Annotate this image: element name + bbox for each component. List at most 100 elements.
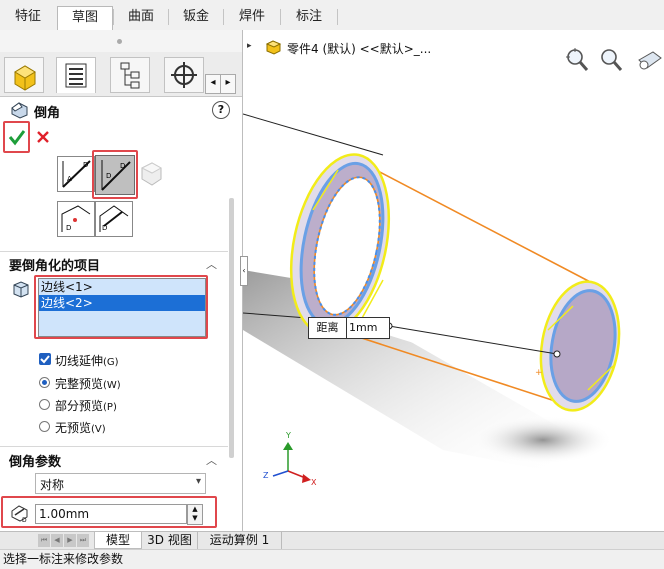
y-arrow-icon [283, 442, 293, 450]
distance-icon: D [11, 505, 28, 523]
chevron-up-icon[interactable]: ︿ [206, 256, 217, 272]
params-section-title: 倒角参数 [9, 455, 62, 470]
zoom-area-icon[interactable] [598, 46, 624, 74]
distance-distance-button[interactable]: DD [95, 155, 135, 195]
offset-face-button[interactable]: D [57, 201, 95, 237]
dimension-callout[interactable]: 距离 1mm [308, 317, 390, 339]
help-icon[interactable]: ? [212, 101, 230, 119]
no-preview-radio[interactable] [39, 421, 50, 432]
chevron-up-icon[interactable]: ︿ [206, 452, 217, 468]
x-arrow-icon [302, 474, 311, 483]
svg-text:D: D [22, 517, 27, 523]
z-axis-label: Z [263, 471, 269, 480]
next-tab-icon[interactable]: ▶ [64, 534, 76, 547]
list-item[interactable]: 边线<1> [39, 279, 205, 295]
x-axis-label: X [311, 478, 317, 487]
svg-text:D: D [66, 224, 71, 232]
first-tab-icon[interactable]: ⏮ [38, 534, 50, 547]
prev-tab-icon[interactable]: ◀ [51, 534, 63, 547]
tab-separator [337, 9, 338, 25]
distance-input[interactable]: 1.00mm [35, 504, 187, 524]
tangent-propagation-checkbox[interactable] [39, 353, 51, 365]
tab-motion-study[interactable]: 运动算例 1 [198, 532, 282, 549]
config-tree-icon [120, 62, 140, 89]
crosshair-icon [171, 62, 197, 88]
vertex-chamfer-icon[interactable] [138, 160, 164, 188]
full-preview-radio[interactable] [39, 377, 50, 388]
tabs-scroll-right-button[interactable]: ▸ [220, 74, 236, 94]
part-tree-label[interactable]: 零件4 (默认) <<默认>_... [287, 40, 431, 57]
tree-expand-icon[interactable]: ▸ [247, 41, 252, 51]
partial-preview-radio[interactable] [39, 399, 50, 410]
chevron-down-icon: ▾ [195, 476, 201, 487]
part-icon [265, 40, 282, 55]
face-face-button[interactable]: D [95, 201, 133, 237]
shortcut-key: (P) [103, 402, 117, 413]
tabs-scroll-left-button[interactable]: ◂ [205, 74, 221, 94]
configuration-manager-tab[interactable] [110, 57, 150, 93]
distance-spinner[interactable]: ▲ ▼ [187, 504, 203, 525]
tab-features[interactable]: 特征 [6, 6, 50, 30]
spin-down-icon[interactable]: ▼ [188, 514, 202, 523]
tangent-propagation-text: 切线延伸 [55, 354, 104, 368]
callout-anchor[interactable] [553, 350, 561, 358]
grip-dot-icon [117, 39, 122, 44]
tab-3d-view[interactable]: 3D 视图 [142, 532, 198, 549]
panel-grip-bar[interactable] [0, 30, 242, 52]
edge-selection-icon [13, 281, 29, 298]
panel-scrollbar[interactable] [229, 198, 234, 458]
part-cube-icon [14, 65, 36, 91]
panel-collapse-handle[interactable]: ‹ [240, 256, 248, 286]
face-face-icon: D [99, 205, 129, 232]
tab-nav-buttons: ⏮ ◀ ▶ ⏭ [38, 534, 90, 547]
cancel-x-icon[interactable] [36, 130, 50, 144]
feature-manager-tab[interactable] [4, 57, 44, 93]
model-shadow [473, 416, 613, 464]
distance-input-value: 1.00mm [39, 507, 90, 521]
offset-face-icon: D [61, 205, 91, 232]
items-section-title: 要倒角化的项目 [9, 259, 101, 274]
model-graphics: + Y X Z [243, 113, 621, 487]
tab-sheet-metal[interactable]: 钣金 [169, 6, 223, 30]
last-tab-icon[interactable]: ⏭ [77, 534, 89, 547]
status-bar: 选择一标注来修改参数 [0, 549, 664, 569]
full-preview-text: 完整预览 [55, 377, 104, 391]
tab-annotation[interactable]: 标注 [281, 6, 337, 30]
z-axis-icon [272, 470, 289, 477]
svg-text:D: D [120, 162, 125, 170]
chamfer-type-value: 对称 [40, 478, 65, 492]
tab-sketch[interactable]: 草图 [57, 6, 113, 30]
property-manager-tab[interactable] [56, 57, 96, 93]
shortcut-key: (G) [103, 357, 119, 368]
svg-text:D: D [102, 224, 107, 232]
selected-items-list[interactable]: 边线<1> 边线<2> [38, 278, 206, 337]
angle-distance-button[interactable]: AD [57, 156, 95, 192]
svg-text:D: D [83, 161, 88, 169]
checkbox-check-icon [40, 355, 50, 364]
ok-checkmark-icon[interactable] [7, 127, 27, 147]
chamfer-icon [11, 102, 28, 119]
list-item[interactable]: 边线<2> [39, 295, 205, 311]
graphics-viewport[interactable]: + Y X Z ▸ 零件4 (默认) <<默认>_... 距离 1mm [243, 30, 664, 532]
feature-title: 倒角 [34, 106, 61, 121]
distance-distance-icon: DD [101, 160, 131, 191]
previous-view-icon[interactable] [635, 48, 663, 74]
tab-model[interactable]: 模型 [94, 532, 142, 549]
partial-preview-text: 部分预览 [55, 399, 104, 413]
y-axis-label: Y [285, 431, 291, 440]
origin-marker: + [535, 368, 543, 378]
chamfer-type-select[interactable]: 对称 ▾ [35, 473, 206, 494]
no-preview-text: 无预览 [55, 421, 92, 435]
dimxpert-tab[interactable] [164, 57, 204, 93]
reference-line [243, 113, 384, 156]
svg-text:A: A [67, 175, 72, 183]
zoom-to-fit-icon[interactable] [564, 46, 590, 74]
angle-distance-icon: AD [62, 160, 91, 188]
tab-weldments[interactable]: 焊件 [224, 6, 280, 30]
callout-label: 距离 [309, 318, 347, 338]
callout-value[interactable]: 1mm [349, 318, 377, 338]
no-preview-label: 无预览(V) [55, 419, 106, 436]
bottom-tab-bar: ⏮ ◀ ▶ ⏭ 模型 3D 视图 运动算例 1 [0, 531, 664, 550]
tab-surfaces[interactable]: 曲面 [114, 6, 168, 30]
spin-up-icon[interactable]: ▲ [188, 505, 202, 514]
